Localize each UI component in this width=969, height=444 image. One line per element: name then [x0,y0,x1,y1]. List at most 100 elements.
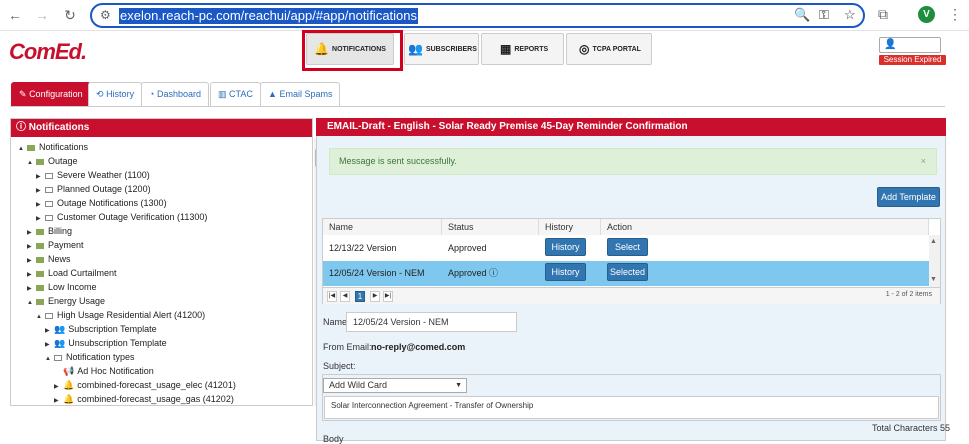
nav-subscribers[interactable]: 👥 SUBSCRIBERS [404,33,479,65]
selected-button[interactable]: Selected [607,263,648,281]
caret-down-icon: ▼ [455,382,462,389]
history-icon: ⟲ [96,89,104,99]
tree-node[interactable]: ▶ Load Curtailment [27,266,117,280]
table-cell: Approved [448,243,487,253]
tree-node[interactable]: ▶ 👥 Subscription Template [45,322,157,336]
address-bar[interactable]: ⚙ exelon.reach-pc.com/reachui/app/#app/n… [90,3,865,28]
bell-icon: 🔔 [63,394,75,404]
highlight-box [302,30,403,71]
scroll-down-icon[interactable]: ▼ [930,276,937,283]
profile-avatar[interactable]: V [918,6,935,23]
versions-grid: Name Status History Action 12/13/22 Vers… [322,218,941,304]
close-icon[interactable]: × [921,149,926,174]
notification-tree: ▲ Notifications ▲ Outage ▶ Severe Weather (… [11,138,311,405]
nav-tcpa-portal[interactable]: ◎ TCPA PORTAL [566,33,652,65]
tree-node[interactable]: 📢 Ad Hoc Notification [63,364,154,378]
first-page-icon[interactable]: |◀ [327,291,337,302]
tree-node[interactable]: ▶ 🔔 combined-forecast_usage_elec (41201) [54,378,236,392]
table-cell: Approved ⓘ [448,268,499,278]
key-icon[interactable]: ⚿ [819,7,829,23]
tree-node[interactable]: ▶ Low Income [27,280,97,294]
tree-node[interactable]: ▶ Billing [27,224,72,238]
next-page-icon[interactable]: ▶ [370,291,380,302]
table-icon: ▦ [500,42,512,56]
reload-icon[interactable]: ↻ [61,6,79,24]
tree-node[interactable]: ▶ Outage Notifications (1300) [36,196,167,210]
bell-icon: 🔔 [63,380,75,390]
dashboard-icon: ◔ [149,89,155,99]
url-text[interactable]: exelon.reach-pc.com/reachui/app/#app/not… [119,8,419,24]
tree-node[interactable]: ▲ Energy Usage [27,294,105,308]
tab-configuration[interactable]: ✎ Configuration [11,82,91,107]
megaphone-icon: 📢 [63,366,75,376]
panel-header: ⓘ Notifications [11,119,312,137]
tree-node[interactable]: ▲ Outage [27,154,78,168]
tab-divider [10,106,945,107]
tree-node[interactable]: ▶ 👥 Unsubscription Template [45,336,167,350]
name-input[interactable]: 12/05/24 Version - NEM [346,312,517,332]
user-menu-button[interactable]: 👤 superuser ▾ [879,37,941,64]
session-expired-badge: Session Expired [879,55,946,65]
name-label: Name [323,317,348,327]
bookmark-star-icon[interactable]: ☆ [844,7,856,23]
tab-ctac[interactable]: ▥ CTAC [210,82,261,107]
edit-icon: ✎ [19,89,27,99]
notifications-panel: ⓘ Notifications ▲ Notifications ▲ Outage ▶… [10,118,323,406]
from-email-value: no-reply@comed.com [371,342,466,352]
warning-icon: ▲ [268,89,277,99]
grid-scrollbar[interactable]: ▲ ▼ [929,235,940,287]
nav-reports[interactable]: ▦ REPORTS [481,33,564,65]
template-title: EMAIL-Draft - English - Solar Ready Prem… [316,118,946,136]
total-characters: Total Characters 55 [872,423,951,433]
history-button[interactable]: History [545,263,586,281]
browser-toolbar: ← → ↻ ⚙ exelon.reach-pc.com/reachui/app/… [0,0,969,31]
tree-node[interactable]: ▲ High Usage Residential Alert (41200) [36,308,205,322]
column-header[interactable]: Action [601,219,929,235]
tab-dashboard[interactable]: ◔ Dashboard [141,82,209,107]
back-icon[interactable]: ← [6,6,24,24]
tree-node[interactable]: ▶ Severe Weather (1100) [36,168,150,182]
add-template-button[interactable]: Add Template [877,187,940,207]
tree-node[interactable]: ▲ Notification types [45,350,135,364]
items-info: 1 - 2 of 2 items [885,291,932,298]
success-alert: Message is sent successfully. × [329,148,937,175]
menu-dots-icon[interactable]: ⋮ [948,6,962,23]
tree-node[interactable]: ▶ News [27,252,71,266]
prev-page-icon[interactable]: ◀ [340,291,350,302]
chart-icon: ▥ [218,89,227,99]
tree-node[interactable]: ▶ Customer Outage Verification (11300) [36,210,207,224]
site-info-icon[interactable]: ⚙ [100,8,111,22]
extensions-icon[interactable]: ⧉ [878,6,888,23]
tab-email-spams[interactable]: ▲ Email Spams [260,82,341,107]
users-icon: 👥 [54,338,66,348]
last-page-icon[interactable]: ▶| [383,291,393,302]
comed-logo: ComEd. [9,39,87,64]
tree-node[interactable]: ▲ Notifications [18,140,88,154]
select-button[interactable]: Select [607,238,648,256]
table-cell: 12/13/22 Version [329,243,397,253]
tree-node[interactable]: ▶ Payment [27,238,84,252]
subject-label: Subject: [323,361,356,371]
grid-pager: |◀ ◀ 1 ▶ ▶| 1 - 2 of 2 items [323,287,940,304]
table-cell: 12/05/24 Version - NEM [329,268,425,278]
info-icon: ⓘ [16,122,26,133]
user-icon: 👤 [884,39,897,50]
info-icon[interactable]: ⓘ [489,268,498,278]
users-icon: 👥 [54,324,66,334]
tree-node[interactable]: ▶ Planned Outage (1200) [36,182,151,196]
from-email-label: From Email: [323,342,372,352]
tree-node[interactable]: ▶ 🔔 combined-forecast_usage_gas (41202) [54,392,234,405]
current-page[interactable]: 1 [355,291,365,302]
column-header[interactable]: Status [442,219,539,235]
column-header[interactable]: Name [323,219,442,235]
users-icon: 👥 [408,42,423,56]
zoom-icon[interactable]: 🔍 [794,7,810,23]
scroll-up-icon[interactable]: ▲ [930,238,937,245]
history-button[interactable]: History [545,238,586,256]
column-header[interactable]: History [539,219,601,235]
tab-history[interactable]: ⟲ History [88,82,143,107]
add-wild-card-select[interactable]: Add Wild Card ▼ [323,378,467,393]
subject-textbox[interactable]: Solar Interconnection Agreement - Transf… [324,396,939,419]
forward-icon[interactable]: → [33,6,51,24]
body-label: Body [323,434,344,444]
